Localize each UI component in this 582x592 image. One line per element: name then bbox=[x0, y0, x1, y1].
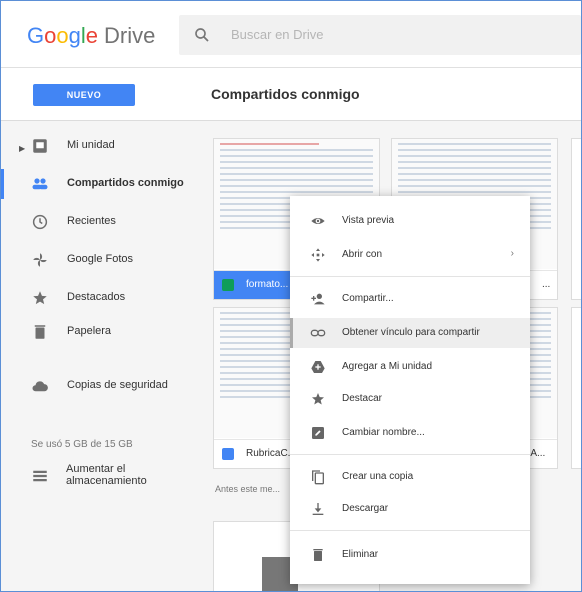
menu-item-label: Crear una copia bbox=[342, 471, 414, 482]
top-bar: Google Drive Buscar en Drive bbox=[1, 1, 581, 68]
sidebar-item-label: Papelera bbox=[67, 325, 112, 337]
eye-icon bbox=[311, 218, 325, 224]
menu-item-label: Eliminar bbox=[342, 549, 379, 560]
menu-item-label: Abrir con bbox=[342, 249, 383, 260]
upgrade-storage-link[interactable]: Aumentar el almacenamiento bbox=[31, 463, 191, 493]
sidebar-item-label: Destacados bbox=[67, 291, 126, 303]
menu-item-add-to-drive[interactable]: Agregar a Mi unidad bbox=[290, 352, 530, 382]
sidebar-item-label: Copias de seguridad bbox=[67, 379, 168, 391]
file-card[interactable] bbox=[571, 138, 581, 300]
file-name: RubricaC... bbox=[246, 448, 297, 459]
menu-divider bbox=[290, 454, 530, 455]
person-add-icon bbox=[311, 293, 325, 305]
file-name: ... bbox=[542, 279, 551, 290]
upgrade-storage-label: Aumentar el almacenamiento bbox=[66, 463, 147, 487]
logo-drive-text: Drive bbox=[104, 23, 156, 48]
menu-divider bbox=[290, 530, 530, 531]
expand-arrow-icon[interactable]: ▶ bbox=[19, 144, 25, 153]
sidebar-item-trash[interactable]: Papelera bbox=[1, 317, 193, 347]
link-icon bbox=[310, 329, 326, 337]
menu-item-label: Agregar a Mi unidad bbox=[342, 361, 433, 372]
menu-item-share[interactable]: Compartir... bbox=[290, 284, 530, 314]
menu-item-label: Destacar bbox=[342, 393, 383, 404]
people-icon bbox=[32, 178, 48, 190]
sidebar-item-backups[interactable]: Copias de seguridad bbox=[1, 371, 193, 401]
sidebar-item-recent[interactable]: Recientes bbox=[1, 207, 193, 237]
context-menu: Vista previa Abrir con › Compartir... Ob… bbox=[290, 196, 530, 584]
menu-item-make-copy[interactable]: Crear una copia bbox=[290, 462, 530, 492]
menu-item-label: Compartir... bbox=[342, 293, 394, 304]
star-icon bbox=[312, 393, 324, 405]
open-with-icon bbox=[311, 248, 325, 262]
menu-item-label: Cambiar nombre... bbox=[342, 427, 425, 438]
drive-icon bbox=[33, 139, 47, 153]
menu-item-rename[interactable]: Cambiar nombre... bbox=[290, 418, 530, 448]
action-bar: NUEVO Compartidos conmigo bbox=[1, 68, 581, 121]
add-drive-icon bbox=[311, 361, 325, 373]
menu-item-label: Descargar bbox=[342, 503, 389, 514]
sidebar-item-label: Google Fotos bbox=[67, 253, 134, 265]
docs-file-icon bbox=[222, 448, 234, 460]
sheets-file-icon bbox=[222, 279, 234, 291]
page-title: Compartidos conmigo bbox=[211, 86, 360, 102]
star-icon bbox=[33, 291, 47, 305]
file-card[interactable] bbox=[571, 307, 581, 469]
new-button[interactable]: NUEVO bbox=[33, 84, 135, 106]
file-name: formato... bbox=[246, 279, 289, 290]
rename-icon bbox=[312, 427, 324, 439]
sidebar: ▶ Mi unidad Compartidos conmigo Reciente… bbox=[1, 121, 193, 591]
sidebar-item-shared[interactable]: Compartidos conmigo bbox=[1, 169, 193, 199]
submenu-arrow-icon: › bbox=[510, 248, 514, 259]
cloud-icon bbox=[32, 381, 48, 392]
download-icon bbox=[312, 503, 324, 515]
menu-item-delete[interactable]: Eliminar bbox=[290, 540, 530, 570]
menu-divider bbox=[290, 276, 530, 277]
menu-item-label: Vista previa bbox=[342, 215, 395, 226]
sidebar-item-my-drive[interactable]: ▶ Mi unidad bbox=[1, 131, 193, 161]
sidebar-item-label: Compartidos conmigo bbox=[67, 177, 184, 189]
drive-window: Google Drive Buscar en Drive NUEVO Compar… bbox=[0, 0, 582, 592]
sidebar-item-label: Recientes bbox=[67, 215, 116, 227]
hover-indicator bbox=[290, 318, 293, 348]
trash-icon bbox=[34, 325, 46, 339]
section-note: Antes este me... bbox=[215, 484, 281, 494]
search-input[interactable]: Buscar en Drive bbox=[231, 27, 323, 42]
copy-icon bbox=[312, 470, 324, 485]
trash-icon bbox=[313, 549, 323, 561]
menu-item-open-with[interactable]: Abrir con › bbox=[290, 240, 530, 270]
google-drive-logo[interactable]: Google Drive bbox=[27, 23, 155, 49]
search-box[interactable]: Buscar en Drive bbox=[179, 15, 581, 55]
menu-item-get-link[interactable]: Obtener vínculo para compartir bbox=[290, 318, 530, 348]
storage-usage-text: Se usó 5 GB de 15 GB bbox=[31, 439, 133, 450]
menu-item-star[interactable]: Destacar bbox=[290, 384, 530, 414]
clock-icon bbox=[32, 214, 48, 230]
menu-item-download[interactable]: Descargar bbox=[290, 494, 530, 524]
menu-item-label: Obtener vínculo para compartir bbox=[342, 327, 480, 338]
search-icon[interactable] bbox=[193, 26, 211, 44]
menu-item-preview[interactable]: Vista previa bbox=[290, 206, 530, 236]
sidebar-item-starred[interactable]: Destacados bbox=[1, 283, 193, 313]
sidebar-item-photos[interactable]: Google Fotos bbox=[1, 245, 193, 275]
sidebar-item-label: Mi unidad bbox=[67, 139, 115, 151]
pinwheel-icon bbox=[33, 253, 47, 267]
storage-list-icon bbox=[33, 470, 47, 482]
